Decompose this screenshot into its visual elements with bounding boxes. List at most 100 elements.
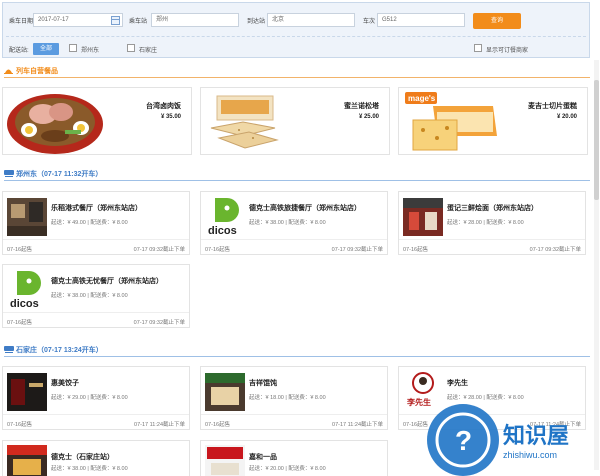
product-name[interactable]: 麦吉士切片蛋糕 [528,101,577,111]
to-station-input[interactable]: 北京 [267,13,355,27]
show-available-checkbox[interactable] [474,44,482,52]
product-price: ¥ 25.00 [358,114,379,120]
shop-delivery-info: 起送：¥ 38.00 | 配送费：¥ 8.00 [51,293,128,299]
self-section-title: 列车自营餐品 [16,68,58,75]
ledao-shop-photo [7,198,47,236]
from-label: 乘车站 [129,19,148,25]
show-available-label: 显示可订餐商家 [486,48,529,54]
shop-card-dicos-lvjie[interactable]: dicos 德克士高铁旅捷餐厅（郑州东站店） 起送：¥ 38.00 | 配送费：… [200,191,388,255]
shop-card-huimei[interactable]: 惠美饺子 起送：¥ 29.00 | 配送费：¥ 8.00 07-16起售 07-… [2,366,190,430]
shop-order-deadline: 07-17 11:24截止下单 [134,422,185,428]
dicos-logo: dicos [208,198,239,237]
shop-name[interactable]: 惠美饺子 [51,378,79,388]
calendar-icon[interactable] [111,16,120,25]
watermark: ? 知识屋 zhishiwu.com [415,390,600,476]
shop-card-dicos-sjz[interactable]: 德克士（石家庄站） 起送：¥ 38.00 | 配送费：¥ 8.00 [2,440,190,476]
shop-sale-date: 07-16起售 [7,422,33,428]
product-card-mages[interactable]: mage's 麦吉士切片蛋糕 ¥ 20.00 [398,87,588,155]
filter-zhengzhoudong-label: 郑州东 [81,48,100,54]
danji-shop-photo [403,198,443,236]
filter-all-button[interactable]: 全部 [33,43,59,55]
meal-icon [4,69,13,74]
watermark-url: zhishiwu.com [503,450,558,460]
shop-name[interactable]: 德克士高铁无忧餐厅（郑州东站店） [51,276,163,286]
card-divider [3,239,189,240]
shop-name[interactable]: 吉祥馄饨 [249,378,277,388]
zzd-section-line [4,180,590,181]
train-number-value: G512 [382,17,397,23]
shop-name[interactable]: 嘉和一品 [249,452,277,462]
delivery-label: 配送站: [9,48,29,54]
shop-order-deadline: 07-17 09:32截止下单 [133,320,185,326]
card-divider [399,239,585,240]
card-divider [3,312,189,313]
shop-order-deadline: 07-17 09:32截止下单 [133,247,185,253]
self-section-line [4,77,590,78]
shop-sale-date: 07-16起售 [7,247,33,253]
shop-sale-date: 07-16起售 [205,422,231,428]
shop-card-ledao[interactable]: 乐稻港式餐厅（郑州东站店） 起送：¥ 49.00 | 配送费：¥ 8.00 07… [2,191,190,255]
shop-name[interactable]: 李先生 [447,378,468,388]
card-divider [201,239,387,240]
svg-text:dicos: dicos [208,225,237,237]
shop-name[interactable]: 德克士（石家庄站） [51,452,114,462]
shop-order-deadline: 07-17 09:32截止下单 [331,247,383,253]
filter-shijiazhuang-label: 石家庄 [139,48,158,54]
shop-card-danji[interactable]: 蛋记三鲜烩面（郑州东站店） 起送：¥ 28.00 | 配送费：¥ 8.00 07… [398,191,586,255]
divider [6,36,586,37]
shop-sale-date: 07-16起售 [7,320,33,326]
train-icon [4,346,14,353]
sjz-section-line [4,356,590,357]
product-name[interactable]: 蜜兰诺松塔 [344,101,379,111]
lurou-rice-image [7,94,103,154]
filter-shijiazhuang-checkbox[interactable] [127,44,135,52]
svg-text:dicos: dicos [10,298,39,310]
card-divider [201,414,387,415]
product-name[interactable]: 台湾卤肉饭 [146,101,181,111]
jixiang-shop-photo [205,373,245,411]
watermark-cn: 知识屋 [503,423,570,448]
query-button[interactable]: 查询 [473,13,521,29]
card-divider [3,414,189,415]
shop-name[interactable]: 蛋记三鲜烩面（郑州东站店） [447,203,538,213]
shop-card-jixiang[interactable]: 吉祥馄饨 起送：¥ 18.00 | 配送费：¥ 8.00 07-16起售 07-… [200,366,388,430]
from-station-input[interactable]: 郑州 [151,13,239,27]
svg-text:?: ? [455,425,472,456]
cookie-box-image [210,95,279,149]
date-label: 乘车日期 [9,19,34,25]
jiahe-shop-photo [205,445,245,476]
zzd-section-title: 郑州东（07-17 11:32开车） [16,171,103,178]
shop-sale-date: 07-16起售 [205,247,231,253]
shop-card-dicos-wuyou[interactable]: dicos 德克士高铁无忧餐厅（郑州东站店） 起送：¥ 38.00 | 配送费：… [2,264,190,328]
product-price: ¥ 35.00 [160,114,181,120]
shop-sale-date: 07-16起售 [403,247,429,253]
cake-box-image: mage's [405,92,497,151]
shop-delivery-info: 起送：¥ 38.00 | 配送费：¥ 8.00 [249,220,326,226]
date-value: 2017-07-17 [38,17,69,23]
shop-name[interactable]: 德克士高铁旅捷餐厅（郑州东站店） [249,203,361,213]
shop-name[interactable]: 乐稻港式餐厅（郑州东站店） [51,203,142,213]
to-label: 到达站 [247,19,266,25]
from-station-value: 郑州 [156,17,169,23]
date-field[interactable]: 2017-07-17 [33,13,123,27]
product-price: ¥ 20.00 [556,114,577,120]
shop-delivery-info: 起送：¥ 28.00 | 配送费：¥ 8.00 [447,220,524,226]
scrollbar-thumb[interactable] [594,80,599,200]
huimei-shop-photo [7,373,47,411]
dicos-logo: dicos [10,271,41,310]
train-icon [4,170,14,177]
filter-zhengzhoudong-checkbox[interactable] [69,44,77,52]
search-panel: 乘车日期 2017-07-17 乘车站 郑州 到达站 北京 车次 G512 查询… [2,2,590,58]
shop-delivery-info: 起送：¥ 18.00 | 配送费：¥ 8.00 [249,395,326,401]
shop-order-deadline: 07-17 09:32截止下单 [529,247,581,253]
dicos-sjz-shop-photo [7,445,47,476]
product-card-lurou[interactable]: 台湾卤肉饭 ¥ 35.00 [2,87,192,155]
train-number-input[interactable]: G512 [377,13,465,27]
sjz-section-title: 石家庄（07-17 13:24开车） [16,347,103,354]
shop-card-jiahe[interactable]: 嘉和一品 起送：¥ 20.00 | 配送费：¥ 8.00 [200,440,388,476]
svg-text:mage's: mage's [408,94,436,103]
shop-delivery-info: 起送：¥ 20.00 | 配送费：¥ 8.00 [249,466,326,472]
product-card-milanuo[interactable]: 蜜兰诺松塔 ¥ 25.00 [200,87,390,155]
shop-delivery-info: 起送：¥ 29.00 | 配送费：¥ 8.00 [51,395,128,401]
shop-delivery-info: 起送：¥ 49.00 | 配送费：¥ 8.00 [51,220,128,226]
